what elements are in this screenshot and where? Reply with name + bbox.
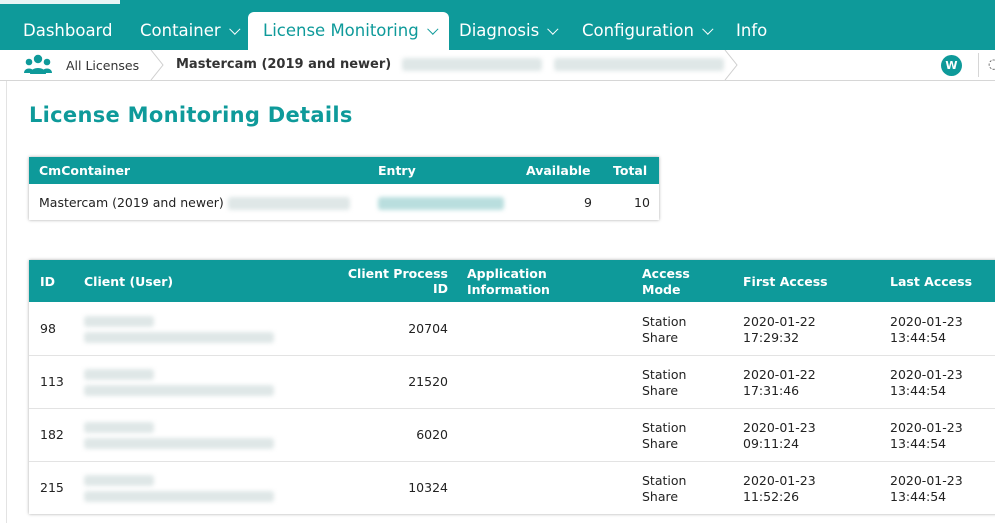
redacted-client xyxy=(84,475,154,486)
redacted-serial xyxy=(401,58,542,71)
summary-available: 9 xyxy=(584,195,592,210)
row-first-access: 2020-01-22 17:29:32 xyxy=(743,314,816,345)
col-total[interactable]: Total xyxy=(613,163,647,178)
redacted-client xyxy=(84,369,154,380)
nav-top-accent xyxy=(0,0,120,4)
chevron-down-icon xyxy=(426,23,439,35)
breadcrumb-separator xyxy=(150,50,164,80)
col-cmcontainer[interactable]: CmContainer xyxy=(39,163,130,178)
summary-table: CmContainer Entry Available Total Master… xyxy=(29,157,659,220)
user-avatar[interactable]: W xyxy=(941,55,962,76)
content-left-border xyxy=(6,81,7,523)
breadcrumb-separator xyxy=(724,50,738,80)
row-client xyxy=(84,313,274,345)
redacted-user xyxy=(84,491,274,502)
row-access-mode: Station Share xyxy=(642,420,687,451)
redacted-client xyxy=(84,316,154,327)
col-client-user[interactable]: Client (User) xyxy=(84,274,173,289)
row-pid: 21520 xyxy=(408,374,448,389)
redacted-client xyxy=(84,422,154,433)
access-table-header: ID Client (User) Client Process ID Appli… xyxy=(29,260,995,302)
summary-entry[interactable] xyxy=(378,195,504,210)
summary-total: 10 xyxy=(634,195,650,210)
row-first-access: 2020-01-23 11:52:26 xyxy=(743,473,816,504)
redacted-user xyxy=(84,385,274,396)
row-last-access: 2020-01-23 13:44:54 xyxy=(890,367,963,398)
row-pid: 10324 xyxy=(408,480,448,495)
row-first-access: 2020-01-22 17:31:46 xyxy=(743,367,816,398)
nav-container[interactable]: Container xyxy=(140,12,241,50)
row-divider xyxy=(29,461,995,462)
header-divider xyxy=(978,53,979,77)
row-pid: 6020 xyxy=(416,427,448,442)
row-divider xyxy=(29,355,995,356)
redacted-entry xyxy=(554,58,725,71)
nav-license-monitoring[interactable]: License Monitoring xyxy=(248,12,449,50)
col-available[interactable]: Available xyxy=(526,163,591,178)
row-id: 98 xyxy=(40,321,56,336)
col-client-process-id[interactable]: Client Process ID xyxy=(346,266,448,296)
nav-diagnosis[interactable]: Diagnosis xyxy=(459,12,559,50)
row-last-access: 2020-01-23 13:44:54 xyxy=(890,420,963,451)
summary-container: Mastercam (2019 and newer) xyxy=(39,195,350,210)
row-id: 182 xyxy=(40,427,64,442)
breadcrumb: All Licenses Mastercam (2019 and newer) xyxy=(0,50,995,81)
row-access-mode: Station Share xyxy=(642,314,687,345)
nav-dashboard[interactable]: Dashboard xyxy=(23,12,113,50)
row-id: 215 xyxy=(40,480,64,495)
redacted-user xyxy=(84,438,274,449)
redacted-user xyxy=(84,332,274,343)
row-access-mode: Station Share xyxy=(642,473,687,504)
chevron-down-icon xyxy=(547,23,559,35)
page-title: License Monitoring Details xyxy=(29,103,353,127)
breadcrumb-all-licenses[interactable]: All Licenses xyxy=(66,58,139,73)
col-first-access[interactable]: First Access xyxy=(743,274,828,289)
breadcrumb-current: Mastercam (2019 and newer) xyxy=(176,57,725,72)
col-id[interactable]: ID xyxy=(40,274,55,289)
row-last-access: 2020-01-23 13:44:54 xyxy=(890,473,963,504)
redacted-serial xyxy=(227,197,350,210)
nav-info[interactable]: Info xyxy=(736,12,767,50)
nav-configuration[interactable]: Configuration xyxy=(582,12,714,50)
row-last-access: 2020-01-23 13:44:54 xyxy=(890,314,963,345)
row-pid: 20704 xyxy=(408,321,448,336)
redacted-entry xyxy=(378,197,504,210)
chevron-down-icon xyxy=(702,23,714,35)
col-application-information[interactable]: Application Information xyxy=(467,266,550,298)
row-client xyxy=(84,419,274,451)
row-divider xyxy=(29,408,995,409)
col-last-access[interactable]: Last Access xyxy=(890,274,972,289)
col-access-mode[interactable]: Access Mode xyxy=(642,266,690,298)
summary-table-header: CmContainer Entry Available Total xyxy=(29,157,659,184)
access-table: ID Client (User) Client Process ID Appli… xyxy=(29,260,995,514)
row-access-mode: Station Share xyxy=(642,367,687,398)
settings-icon[interactable]: ◌ xyxy=(988,57,995,72)
users-icon xyxy=(24,54,52,74)
row-id: 113 xyxy=(40,374,64,389)
row-client xyxy=(84,472,274,504)
col-entry[interactable]: Entry xyxy=(378,163,416,178)
row-first-access: 2020-01-23 09:11:24 xyxy=(743,420,816,451)
row-client xyxy=(84,366,274,398)
chevron-down-icon xyxy=(228,23,241,35)
top-navigation: Dashboard Container License Monitoring D… xyxy=(0,0,995,50)
